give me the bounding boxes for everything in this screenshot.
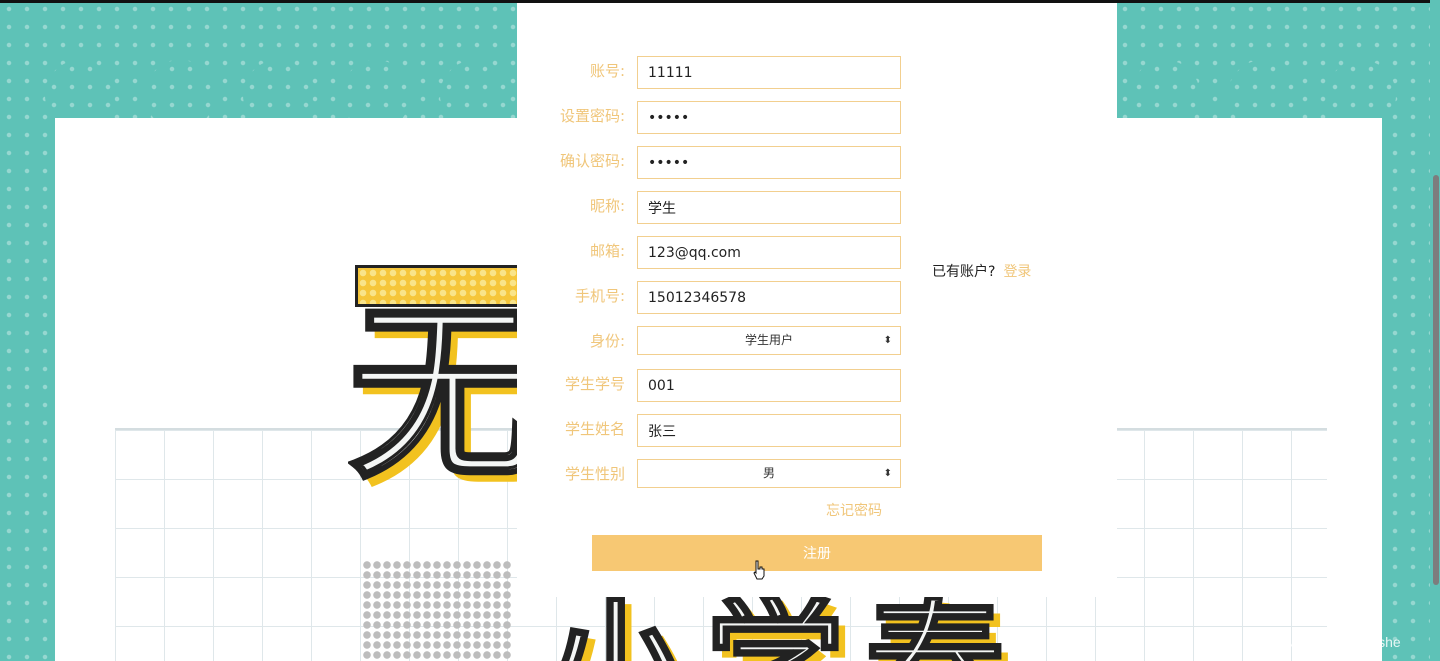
confirm-password-row: 确认密码: (517, 146, 1117, 180)
gender-select[interactable]: 男 ⬍ (637, 459, 901, 488)
identity-select-value: 学生用户 (744, 333, 793, 347)
student-name-input[interactable] (637, 414, 901, 447)
identity-label: 身份: (589, 332, 625, 350)
scrollbar-thumb[interactable] (1433, 175, 1439, 585)
student-name-label: 学生姓名 (564, 420, 625, 438)
student-name-row: 学生姓名 (517, 414, 1117, 448)
password-row: 设置密码: (517, 101, 1117, 135)
password-label: 设置密码: (559, 107, 625, 125)
login-link[interactable]: 登录 (1003, 264, 1031, 280)
confirm-password-label: 确认密码: (559, 152, 625, 170)
student-no-label: 学生学号 (564, 375, 625, 393)
identity-row: 身份: 学生用户 ⬍ (517, 326, 1117, 360)
confirm-password-input[interactable] (637, 146, 901, 179)
poster-title-char: 无 (348, 300, 523, 490)
nickname-row: 昵称: (517, 191, 1117, 225)
select-arrows-icon: ⬍ (883, 335, 892, 346)
student-gender-row: 学生性别 男 ⬍ (517, 459, 1117, 493)
student-gender-label: 学生性别 (564, 465, 625, 483)
phone-row: 手机号: (517, 281, 1117, 315)
has-account-prompt: 已有账户? 登录 (932, 261, 1031, 281)
account-row: 账号: (517, 56, 1117, 90)
email-label: 邮箱: (589, 242, 625, 260)
student-no-input[interactable] (637, 369, 901, 402)
has-account-text: 已有账户? (932, 264, 996, 280)
poster-bottom-text: 小学春 (545, 597, 1115, 661)
account-input[interactable] (637, 56, 901, 89)
phone-label: 手机号: (574, 287, 625, 305)
watermark-text: CSDN @wxin_VXbishe (1255, 634, 1401, 650)
register-button[interactable]: 注册 (592, 535, 1042, 571)
nickname-input[interactable] (637, 191, 901, 224)
gender-select-value: 男 (762, 466, 775, 480)
email-input[interactable] (637, 236, 901, 269)
select-arrows-icon: ⬍ (883, 468, 892, 479)
forgot-password-link[interactable]: 忘记密码 (826, 500, 882, 520)
identity-select[interactable]: 学生用户 ⬍ (637, 326, 901, 355)
phone-input[interactable] (637, 281, 901, 314)
password-input[interactable] (637, 101, 901, 134)
hand-cursor-icon (753, 560, 765, 580)
poster-dots-decoration (362, 560, 512, 661)
account-label: 账号: (589, 62, 625, 80)
student-no-row: 学生学号 (517, 369, 1117, 403)
register-panel: 账号: 设置密码: 确认密码: 昵称: 邮箱: 手机号: 身份: 学生用户 ⬍ … (517, 3, 1117, 597)
nickname-label: 昵称: (589, 197, 625, 215)
